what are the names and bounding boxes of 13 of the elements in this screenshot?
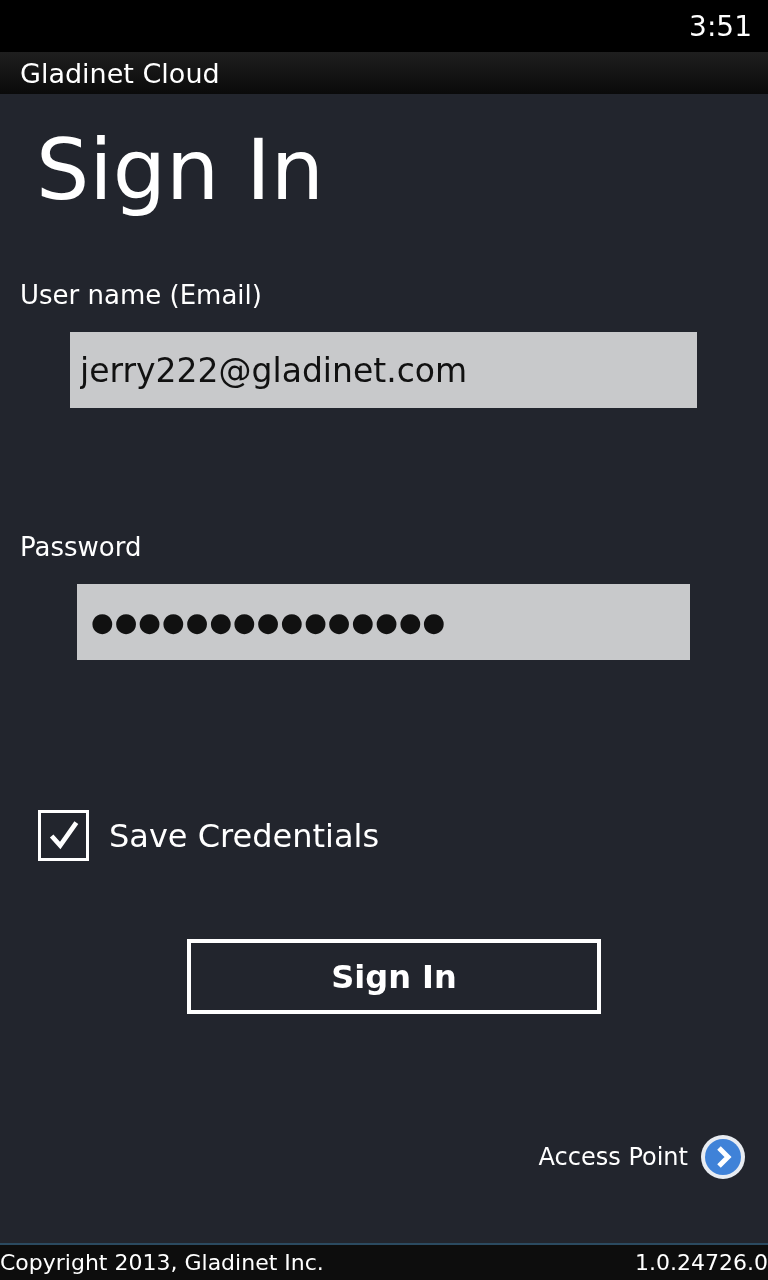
- clock: 3:51: [689, 9, 752, 43]
- checkbox-label: Save Credentials: [109, 816, 380, 855]
- field-label: User name (Email): [20, 280, 263, 310]
- field-label: Password: [20, 532, 143, 562]
- copyright-text: Copyright 2013, Gladinet Inc.: [0, 1250, 324, 1275]
- access-point-link[interactable]: Access Point: [538, 1143, 688, 1171]
- app-title: Gladinet Cloud: [20, 57, 220, 89]
- password-field[interactable]: ●●●●●●●●●●●●●●●: [77, 584, 690, 660]
- page-title: Sign In: [36, 120, 325, 221]
- version-text: 1.0.24726.0: [635, 1250, 768, 1275]
- sign-in-button[interactable]: Sign In: [187, 939, 601, 1014]
- arrow-circle-icon[interactable]: [700, 1134, 746, 1180]
- checkbox[interactable]: [38, 810, 89, 861]
